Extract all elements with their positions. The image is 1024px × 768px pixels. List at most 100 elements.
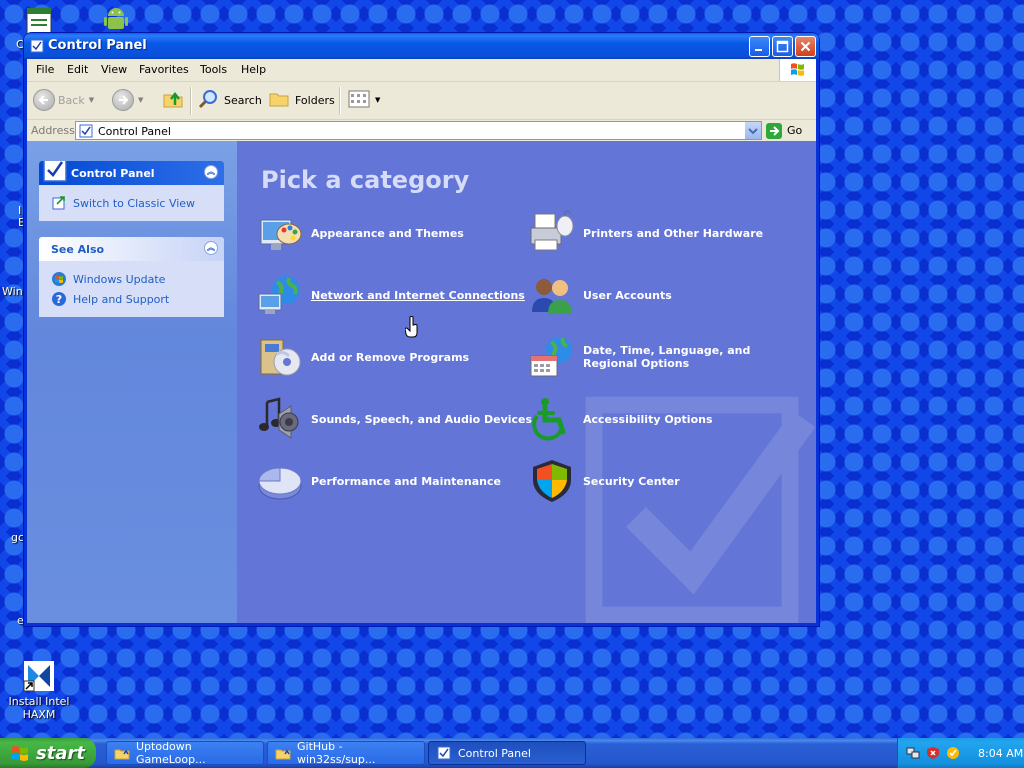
collapse-chevron-icon[interactable]: ︽ <box>204 241 218 255</box>
category-user-accounts[interactable]: User Accounts <box>529 272 672 318</box>
search-button[interactable]: Search <box>197 88 262 112</box>
shield-icon <box>529 458 575 504</box>
category-label: Printers and Other Hardware <box>583 226 764 240</box>
windows-update-link[interactable]: Windows Update <box>51 269 214 289</box>
category-label: Network and Internet Connections <box>311 288 525 302</box>
up-folder-icon <box>161 87 185 114</box>
security-alert-icon[interactable] <box>926 746 940 760</box>
views-grid-icon <box>347 87 371 114</box>
clock: 8:04 AM <box>978 746 1024 760</box>
menu-view[interactable]: View <box>101 63 127 76</box>
task-panel-title: Control Panel <box>71 167 155 180</box>
category-network-internet[interactable]: Network and Internet Connections <box>257 272 525 318</box>
hand-cursor-icon <box>405 316 418 338</box>
forward-arrow-icon <box>112 89 134 111</box>
category-label: Security Center <box>583 474 680 488</box>
control-panel-large-icon <box>41 161 69 187</box>
menu-file[interactable]: File <box>36 63 54 76</box>
control-panel-icon <box>436 745 452 761</box>
category-label: Date, Time, Language, and Regional Optio… <box>583 344 751 370</box>
help-support-link[interactable]: ? Help and Support <box>51 289 214 309</box>
task-panel-header[interactable]: Control Panel ︽ <box>39 161 224 185</box>
address-dropdown-button[interactable] <box>744 122 761 139</box>
pie-chart-icon <box>257 458 303 504</box>
category-appearance-themes[interactable]: Appearance and Themes <box>257 210 464 256</box>
menu-edit[interactable]: Edit <box>67 63 88 76</box>
folders-icon <box>268 87 292 114</box>
pick-category-heading: Pick a category <box>261 166 470 194</box>
views-dropdown-icon[interactable]: ▼ <box>375 96 380 104</box>
category-date-time-language[interactable]: Date, Time, Language, and Regional Optio… <box>529 334 793 380</box>
maximize-button[interactable] <box>772 36 793 57</box>
desktop-icon-install-haxm[interactable]: Install Intel HAXM <box>0 660 79 721</box>
windows-update-label: Windows Update <box>73 272 166 286</box>
search-icon <box>197 87 221 114</box>
browser-window-icon <box>275 745 291 761</box>
back-dropdown-icon[interactable]: ▼ <box>89 96 94 104</box>
category-label: Sounds, Speech, and Audio Devices <box>311 412 533 426</box>
address-bar: Address Control Panel Go <box>27 120 816 143</box>
category-label: Add or Remove Programs <box>311 350 470 364</box>
network-globe-icon <box>257 272 303 318</box>
menu-help[interactable]: Help <box>241 63 266 76</box>
views-button[interactable]: ▼ <box>347 88 380 112</box>
window-client: File Edit View Favorites Tools Help Back… <box>27 59 816 623</box>
menu-tools[interactable]: Tools <box>200 63 227 76</box>
system-tray: 8:04 AM <box>897 738 1024 768</box>
control-panel-task-panel: Control Panel ︽ Switch to Classic View <box>39 161 224 221</box>
category-label: Appearance and Themes <box>311 226 464 240</box>
switch-classic-view-link[interactable]: Switch to Classic View <box>51 193 214 213</box>
category-printers-hardware[interactable]: Printers and Other Hardware <box>529 210 763 256</box>
category-add-remove-programs[interactable]: Add or Remove Programs <box>257 334 469 380</box>
start-label: start <box>36 742 85 764</box>
forward-dropdown-icon[interactable]: ▼ <box>138 96 143 104</box>
update-tray-icon[interactable] <box>946 746 960 760</box>
haxm-icon <box>23 660 55 692</box>
back-button[interactable]: Back ▼ <box>33 88 94 112</box>
close-button[interactable] <box>795 36 816 57</box>
go-label: Go <box>787 124 803 137</box>
desktop-icon-label: Install Intel HAXM <box>8 695 70 721</box>
start-button[interactable]: start <box>0 738 96 768</box>
address-input[interactable]: Control Panel <box>75 121 762 140</box>
desktop-label-fragment: C <box>16 38 24 51</box>
address-value: Control Panel <box>98 125 171 138</box>
category-label: Performance and Maintenance <box>311 474 501 488</box>
up-folder-button[interactable] <box>161 88 185 112</box>
address-label: Address <box>31 124 75 137</box>
forward-button[interactable]: ▼ <box>112 88 143 112</box>
menu-favorites[interactable]: Favorites <box>139 63 189 76</box>
taskbar-button-github[interactable]: GitHub - win32ss/sup... <box>267 740 425 766</box>
category-pane: Pick a category Appearance and Themes Ne… <box>237 141 816 623</box>
category-sounds-audio[interactable]: Sounds, Speech, and Audio Devices <box>257 396 532 442</box>
collapse-chevron-icon[interactable]: ︽ <box>204 165 218 179</box>
see-also-body: Windows Update ? Help and Support <box>39 261 224 317</box>
toolbar: Back ▼ ▼ Search Folders ▼ <box>27 82 816 120</box>
search-label: Search <box>224 93 262 107</box>
control-panel-icon <box>78 123 94 139</box>
category-accessibility[interactable]: Accessibility Options <box>529 396 713 442</box>
folders-button[interactable]: Folders <box>268 88 335 112</box>
window-title: Control Panel <box>48 38 147 53</box>
go-button[interactable]: Go <box>766 121 802 140</box>
appearance-themes-icon <box>257 210 303 256</box>
desktop-label-fragment: e <box>17 614 24 627</box>
globe-calendar-icon <box>529 334 575 380</box>
desktop-icon-android[interactable] <box>76 2 156 37</box>
svg-text:?: ? <box>56 293 62 306</box>
toolbar-separator <box>190 87 192 115</box>
category-security-center[interactable]: Security Center <box>529 458 680 504</box>
back-arrow-icon <box>33 89 55 111</box>
title-bar[interactable]: Control Panel <box>24 33 819 59</box>
taskbar-button-control-panel[interactable]: Control Panel <box>428 741 586 765</box>
minimize-button[interactable] <box>749 36 770 57</box>
see-also-header[interactable]: See Also ︽ <box>39 237 224 261</box>
android-icon <box>100 2 132 34</box>
windows-flag-icon <box>10 743 30 763</box>
taskbar-button-gameloop[interactable]: Uptodown GameLoop... <box>106 740 264 766</box>
category-label: User Accounts <box>583 288 672 302</box>
printer-icon <box>529 210 575 256</box>
accessibility-icon <box>529 396 575 442</box>
network-tray-icon[interactable] <box>906 746 920 760</box>
category-performance-maintenance[interactable]: Performance and Maintenance <box>257 458 501 504</box>
